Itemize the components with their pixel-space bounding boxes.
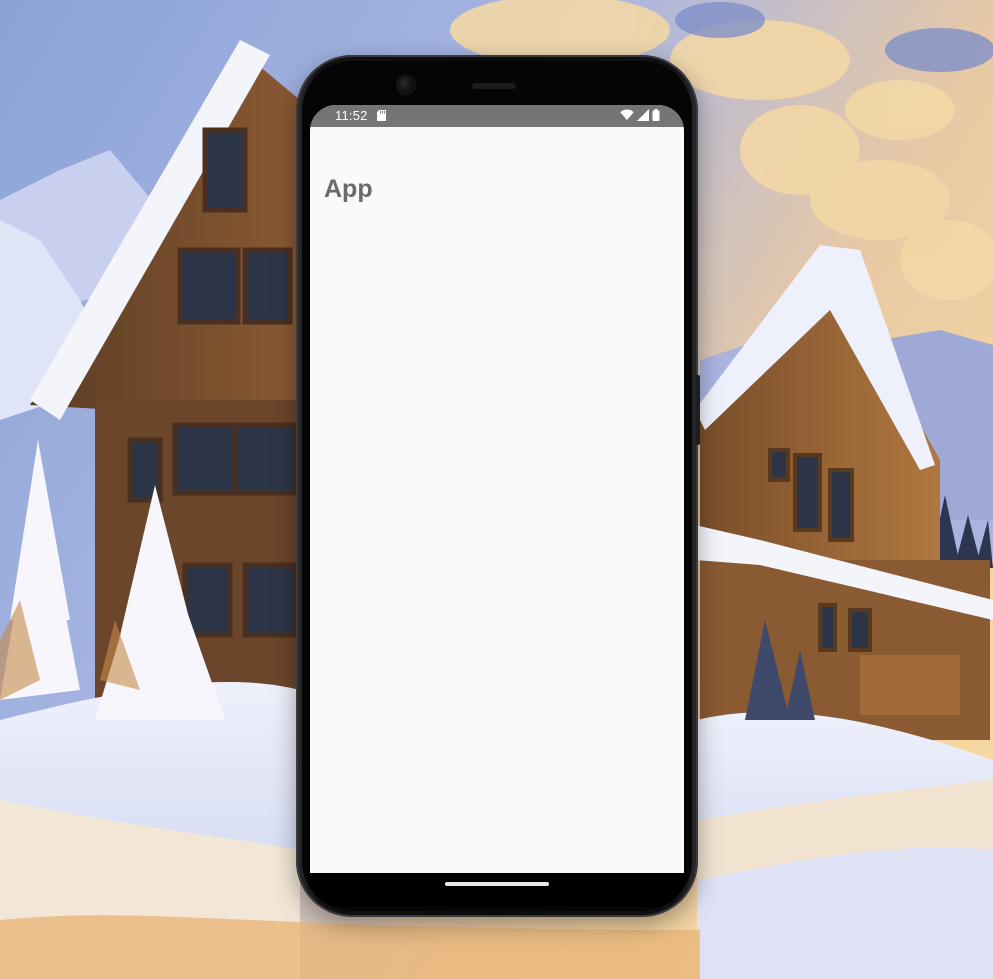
battery-icon (652, 109, 660, 121)
earpiece-speaker (472, 83, 516, 89)
wifi-icon (620, 109, 634, 120)
phone-frame: 11:52 App (296, 55, 700, 917)
cellular-signal-icon (637, 109, 649, 121)
status-time: 11:52 (335, 108, 368, 123)
status-bar: 11:52 (310, 105, 684, 127)
power-button[interactable] (696, 375, 700, 445)
status-icons (620, 109, 660, 121)
navigation-bar (310, 873, 684, 907)
sd-card-icon (377, 110, 386, 121)
home-indicator[interactable] (445, 882, 549, 886)
front-camera-icon (398, 77, 414, 93)
app-title: App (324, 175, 373, 203)
device-screen: 11:52 App (310, 105, 684, 873)
